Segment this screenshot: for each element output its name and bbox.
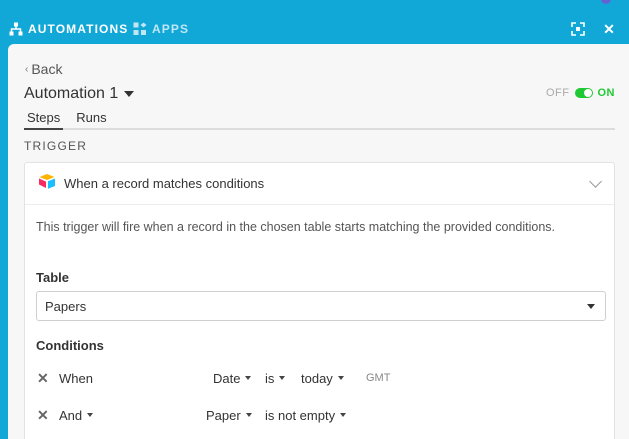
toggle-on-label: ON bbox=[597, 87, 615, 99]
trigger-description: This trigger will fire when a record in … bbox=[36, 220, 556, 234]
condition-operator: is not empty bbox=[265, 407, 336, 423]
condition-operator-dropdown[interactable]: is bbox=[265, 368, 286, 388]
condition-conjunction-dropdown[interactable]: And bbox=[59, 405, 94, 425]
chevron-left-icon: ‹ bbox=[25, 63, 29, 75]
chevron-down-icon[interactable] bbox=[589, 175, 602, 188]
condition-field: Paper bbox=[206, 407, 241, 423]
caret-down-icon bbox=[245, 376, 252, 380]
condition-conjunction: When bbox=[59, 370, 93, 386]
automation-name-dropdown[interactable]: Automation 1 bbox=[24, 85, 135, 103]
automation-toggle-group: OFF ON bbox=[546, 87, 615, 99]
tab-automations-label: AUTOMATIONS bbox=[28, 22, 129, 36]
back-button[interactable]: ‹ Back bbox=[25, 61, 62, 77]
caret-down-icon bbox=[337, 376, 344, 380]
condition-row: ✕ And Paper is not empty bbox=[25, 405, 614, 425]
condition-field: Date bbox=[213, 370, 241, 386]
airtable-logo-icon bbox=[38, 173, 56, 194]
caret-down-icon bbox=[87, 413, 94, 417]
condition-field-dropdown[interactable]: Paper bbox=[206, 405, 252, 425]
remove-condition-icon[interactable]: ✕ bbox=[37, 368, 49, 388]
expand-icon[interactable] bbox=[570, 21, 586, 37]
remove-condition-icon[interactable]: ✕ bbox=[37, 405, 49, 425]
toggle-off-label: OFF bbox=[546, 87, 570, 99]
condition-operator: is bbox=[265, 370, 275, 386]
tab-apps[interactable]: APPS bbox=[133, 20, 189, 38]
automation-panel: ‹ Back Automation 1 OFF ON Steps Runs TR… bbox=[8, 44, 629, 439]
automations-icon bbox=[9, 22, 23, 36]
caret-down-icon bbox=[245, 413, 252, 417]
tab-runs[interactable]: Runs bbox=[73, 108, 109, 130]
condition-value-dropdown[interactable]: today bbox=[301, 368, 344, 388]
caret-down-icon bbox=[279, 376, 286, 380]
timezone-label: GMT bbox=[366, 372, 391, 384]
trigger-header[interactable]: When a record matches conditions bbox=[25, 163, 614, 205]
tab-automations[interactable]: AUTOMATIONS bbox=[9, 20, 128, 38]
apps-icon bbox=[133, 22, 147, 36]
header-bar: AUTOMATIONS APPS ✕ bbox=[0, 0, 629, 44]
trigger-card: When a record matches conditions This tr… bbox=[24, 162, 615, 439]
condition-operator-dropdown[interactable]: is not empty bbox=[265, 405, 347, 425]
section-title: TRIGGER bbox=[24, 139, 88, 153]
close-icon[interactable]: ✕ bbox=[601, 21, 617, 37]
condition-field-dropdown[interactable]: Date bbox=[213, 368, 252, 388]
automation-name: Automation 1 bbox=[24, 85, 119, 102]
panel-tabs: Steps Runs bbox=[24, 108, 615, 130]
table-select[interactable]: Papers bbox=[36, 291, 606, 321]
tab-apps-label: APPS bbox=[152, 22, 190, 36]
table-select-value: Papers bbox=[45, 299, 87, 314]
conditions-label: Conditions bbox=[36, 338, 104, 353]
back-label: Back bbox=[31, 61, 63, 77]
condition-row: ✕ When Date is today GMT bbox=[25, 368, 614, 388]
select-caret-icon bbox=[587, 304, 595, 309]
condition-conjunction: And bbox=[59, 407, 83, 423]
automation-toggle[interactable] bbox=[574, 88, 593, 98]
caret-down-icon bbox=[124, 91, 135, 97]
condition-value: today bbox=[301, 370, 333, 386]
tab-steps[interactable]: Steps bbox=[24, 108, 64, 130]
trigger-title: When a record matches conditions bbox=[64, 176, 265, 191]
status-dot bbox=[601, 0, 611, 4]
caret-down-icon bbox=[340, 413, 347, 417]
table-label: Table bbox=[36, 270, 69, 285]
